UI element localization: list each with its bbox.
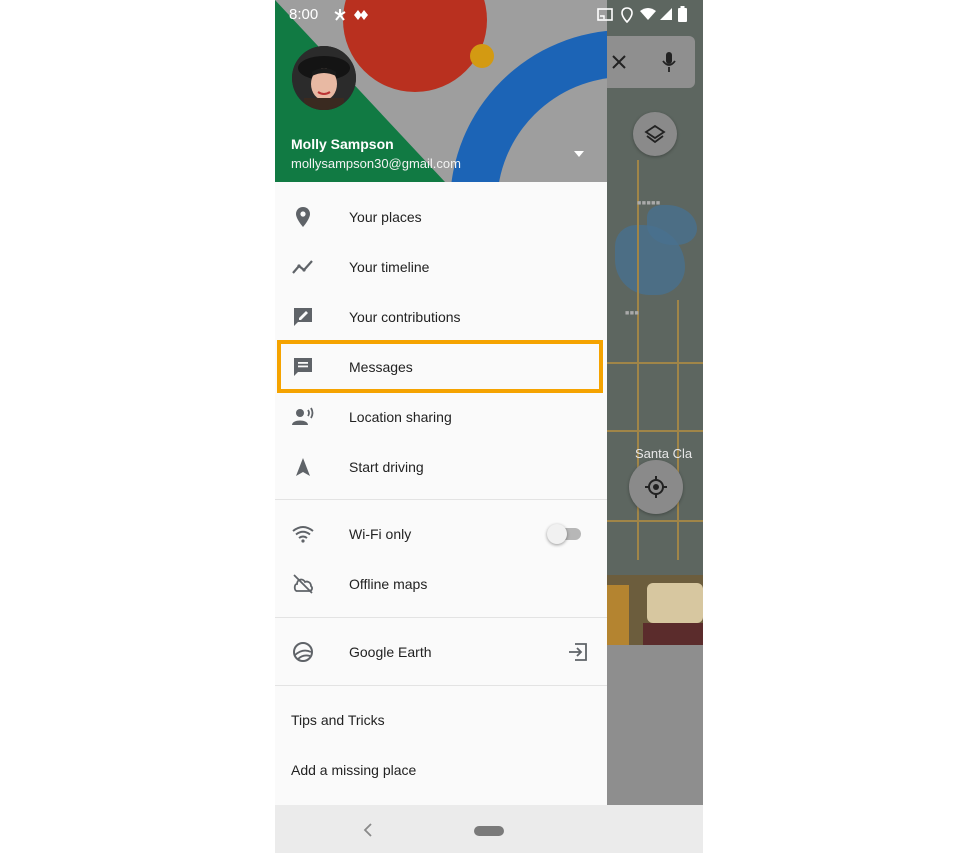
layers-button[interactable] — [633, 112, 677, 156]
layers-icon — [644, 124, 666, 144]
map-water — [647, 205, 697, 245]
account-name: Molly Sampson — [291, 136, 394, 152]
close-icon[interactable] — [611, 54, 627, 70]
system-navigation-bar — [275, 805, 703, 853]
divider — [275, 499, 607, 500]
status-time: 8:00 — [289, 6, 319, 23]
status-bar: 8:00 — [275, 0, 703, 30]
map-tiny-label: ■■■ — [625, 310, 640, 317]
toggle-knob — [547, 524, 567, 544]
photo-block — [643, 623, 703, 645]
map-road — [607, 520, 703, 522]
location-pin-icon — [296, 207, 310, 227]
menu-item-your-contributions[interactable]: Your contributions — [275, 292, 607, 342]
photo-block — [607, 585, 629, 645]
my-location-button[interactable] — [629, 460, 683, 514]
open-external-icon — [569, 643, 587, 661]
wifi-status-icon — [640, 8, 656, 20]
menu-item-start-driving[interactable]: Start driving — [275, 442, 607, 492]
cloud-off-icon — [293, 574, 313, 594]
phone-screen: ■■■■■ ■■■ Santa Cla Molly Sampson mollys… — [275, 0, 703, 853]
dropdown-arrow-icon[interactable] — [573, 150, 585, 158]
menu-item-your-timeline[interactable]: Your timeline — [275, 242, 607, 292]
map-road — [607, 362, 703, 364]
earth-icon — [293, 642, 313, 662]
map-city-label: Santa Cla — [635, 446, 693, 461]
menu-item-label: Your timeline — [349, 259, 430, 275]
menu-item-label: Location sharing — [349, 409, 452, 425]
menu-item-add-missing-place[interactable]: Add a missing place — [275, 745, 607, 795]
divider — [275, 685, 607, 686]
yelp-icon — [334, 9, 346, 21]
map-road — [607, 430, 703, 432]
menu-item-your-places[interactable]: Your places — [275, 192, 607, 242]
wifi-icon — [292, 526, 314, 543]
menu-item-label: Your places — [349, 209, 422, 225]
timeline-icon — [292, 260, 313, 274]
navigation-drawer: Molly Sampson mollysampson30@gmail.com Y… — [275, 0, 607, 805]
menu-item-label: Offline maps — [349, 576, 428, 592]
menu-item-label: Tips and Tricks — [291, 712, 385, 728]
menu-item-label: Your contributions — [349, 309, 461, 325]
divider — [275, 617, 607, 618]
app-notification-icon — [354, 10, 368, 20]
back-icon[interactable] — [363, 823, 373, 837]
highlight-box — [277, 340, 603, 393]
location-status-icon — [621, 7, 633, 23]
wifi-only-toggle[interactable] — [547, 524, 581, 544]
map-tiny-label: ■■■■■ — [637, 200, 661, 207]
location-sharing-icon — [292, 407, 314, 425]
map-bottom-panel — [607, 645, 703, 805]
signal-icon — [660, 8, 672, 20]
home-pill-button[interactable] — [474, 826, 504, 836]
menu-item-label: Start driving — [349, 459, 424, 475]
account-email: mollysampson30@gmail.com — [291, 156, 461, 171]
navigation-arrow-icon — [296, 458, 310, 476]
menu-item-label: Add a missing place — [291, 762, 417, 778]
menu-item-offline-maps[interactable]: Offline maps — [275, 559, 607, 609]
map-photo-preview[interactable] — [607, 575, 703, 645]
map-view[interactable]: ■■■■■ ■■■ Santa Cla — [607, 0, 703, 805]
menu-item-label: Wi-Fi only — [349, 526, 412, 542]
map-search-bar[interactable] — [607, 36, 695, 88]
avatar-photo — [292, 46, 356, 110]
map-road — [677, 300, 679, 560]
cast-icon — [597, 8, 613, 21]
photo-block — [647, 583, 703, 623]
my-location-icon — [645, 476, 667, 498]
contributions-icon — [294, 308, 312, 326]
menu-item-tips-and-tricks[interactable]: Tips and Tricks — [275, 695, 607, 745]
avatar[interactable] — [292, 46, 356, 110]
menu-item-location-sharing[interactable]: Location sharing — [275, 392, 607, 442]
menu-item-label: Google Earth — [349, 644, 432, 660]
microphone-icon[interactable] — [661, 50, 677, 74]
battery-icon — [678, 6, 687, 22]
menu-item-google-earth[interactable]: Google Earth — [275, 627, 607, 677]
